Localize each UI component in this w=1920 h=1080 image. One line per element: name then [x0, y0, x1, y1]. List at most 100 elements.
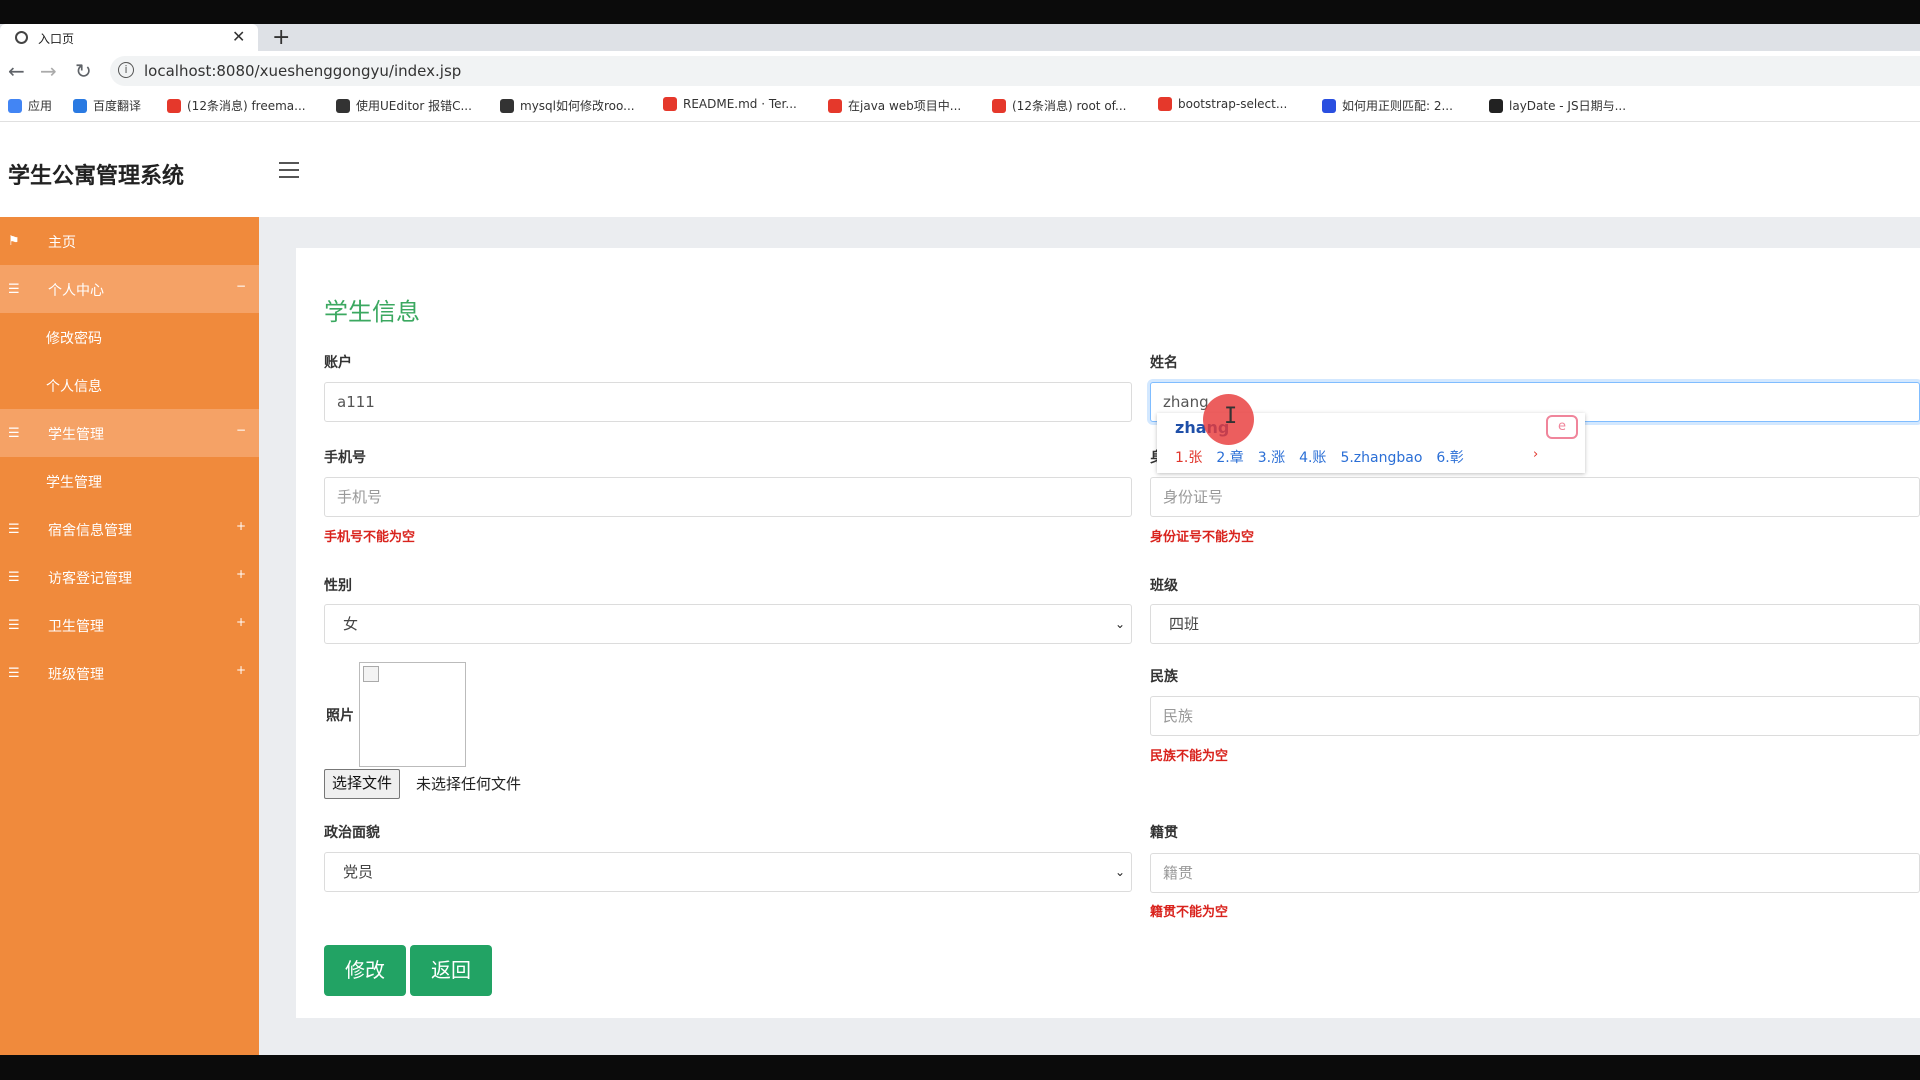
sidebar-item[interactable]: ☰ 个人中心 − [0, 265, 259, 313]
native-place-input[interactable] [1150, 853, 1920, 893]
sidebar-item-label: 个人信息 [46, 379, 102, 395]
screen: 入口页 ✕ + ← → ↻ i localhost:8080/xueshengg… [0, 0, 1920, 1080]
bookmark-label: mysql如何修改roo... [520, 99, 635, 113]
url-text: localhost:8080/xueshenggongyu/index.jsp [144, 62, 462, 80]
reload-icon[interactable]: ↻ [75, 59, 92, 83]
idcard-error: 身份证号不能为空 [1150, 530, 1255, 545]
broken-image-icon [363, 666, 379, 682]
ethnicity-error: 民族不能为空 [1150, 749, 1229, 764]
bookmark-label: 百度翻译 [93, 99, 142, 113]
phone-label: 手机号 [324, 450, 366, 466]
grid-icon: ☰ [8, 282, 20, 297]
sidebar-item-label: 主页 [48, 235, 76, 251]
sidebar-item[interactable]: ☰ 访客登记管理 + [0, 553, 259, 601]
bookmark-item[interactable]: 如何用正则匹配: 2... [1322, 97, 1453, 114]
bookmark-item[interactable]: (12条消息) freema... [167, 97, 306, 114]
sidebar-item[interactable]: ☰ 班级管理 + [0, 649, 259, 697]
top-black-bar [0, 0, 1920, 24]
app-brand: 学生公寓管理系统 [8, 164, 185, 189]
ime-candidate[interactable]: 4.账 [1299, 450, 1326, 466]
info-icon[interactable]: i [118, 62, 134, 78]
class-select[interactable]: 四班 [1150, 604, 1920, 644]
bookmarks-bar: 应用 百度翻译 (12条消息) freema... 使用UEditor 报错C... m… [0, 91, 1920, 122]
account-input[interactable] [324, 382, 1132, 422]
sidebar-item[interactable]: 个人信息 [0, 361, 259, 409]
bookmark-favicon-icon [663, 97, 677, 111]
photo-preview [359, 662, 466, 767]
sidebar-item-label: 学生管理 [48, 427, 104, 443]
bookmark-label: (12条消息) freema... [187, 99, 306, 113]
sidebar-item-label: 宿舍信息管理 [48, 523, 132, 539]
bookmark-item[interactable]: README.md · Ter... [663, 97, 797, 111]
bookmark-label: (12条消息) root of... [1012, 99, 1127, 113]
expand-icon: + [236, 615, 247, 629]
browser-tab[interactable]: 入口页 ✕ [0, 24, 258, 51]
sidebar-item[interactable]: ☰ 卫生管理 + [0, 601, 259, 649]
browser-toolbar: ← → ↻ i localhost:8080/xueshenggongyu/in… [0, 51, 1920, 91]
bookmark-item[interactable]: bootstrap-select... [1158, 97, 1287, 111]
grid-icon: ☰ [8, 666, 20, 681]
ime-candidate[interactable]: 6.彰 [1436, 450, 1463, 466]
sidebar-item[interactable]: 修改密码 [0, 313, 259, 361]
political-value: 党员 [343, 863, 374, 881]
bookmark-label: README.md · Ter... [683, 97, 797, 111]
choose-file-button[interactable]: 选择文件 [324, 769, 401, 799]
ethnicity-label: 民族 [1150, 669, 1178, 685]
bookmark-item[interactable]: 使用UEditor 报错C... [336, 97, 472, 114]
grid-icon: ☰ [8, 570, 20, 585]
sidebar-item-label: 修改密码 [46, 331, 102, 347]
new-tab-button[interactable]: + [272, 24, 290, 51]
ime-candidates[interactable]: 1.张 2.章 3.涨 4.账 5.zhangbao 6.彰 [1175, 447, 1478, 467]
chevron-down-icon: ⌄ [1114, 617, 1125, 631]
political-label: 政治面貌 [324, 825, 380, 841]
expand-icon: + [236, 663, 247, 677]
bookmark-label: 使用UEditor 报错C... [356, 99, 472, 113]
ime-next-page-icon[interactable]: › [1533, 447, 1538, 462]
sidebar-item-label: 班级管理 [48, 667, 104, 683]
ime-candidate[interactable]: 5.zhangbao [1340, 450, 1422, 466]
submit-button[interactable]: 修改 [324, 945, 406, 996]
bookmark-favicon-icon [1489, 98, 1503, 113]
political-select[interactable]: 党员 ⌄ [324, 852, 1132, 892]
address-bar[interactable]: i localhost:8080/xueshenggongyu/index.js… [110, 56, 1920, 86]
bookmark-item[interactable]: (12条消息) root of... [992, 97, 1126, 114]
app-header: 学生公寓管理系统 [0, 122, 1920, 217]
tab-close-icon[interactable]: ✕ [232, 27, 245, 46]
ime-candidate[interactable]: 3.涨 [1258, 450, 1285, 466]
sidebar-item-label: 学生管理 [46, 475, 102, 491]
ime-candidate[interactable]: 2.章 [1216, 450, 1243, 466]
bookmark-item[interactable]: 在java web项目中... [828, 97, 961, 114]
bookmark-favicon-icon [500, 98, 514, 113]
phone-input[interactable] [324, 477, 1132, 517]
expand-icon: + [236, 567, 247, 581]
sidebar-item[interactable]: 学生管理 [0, 457, 259, 505]
file-status-text: 未选择任何文件 [416, 775, 522, 793]
bookmark-item[interactable]: 应用 [8, 97, 52, 114]
ime-candidate[interactable]: 1.张 [1175, 450, 1202, 466]
globe-icon [15, 31, 28, 44]
forward-icon[interactable]: → [40, 59, 57, 83]
idcard-input[interactable] [1150, 477, 1920, 517]
bookmark-item[interactable]: layDate - JS日期与... [1489, 97, 1626, 114]
bookmark-item[interactable]: mysql如何修改roo... [500, 97, 635, 114]
ime-logo-icon: e [1546, 415, 1578, 439]
sidebar-item-label: 个人中心 [48, 283, 104, 299]
gender-select[interactable]: 女 ⌄ [324, 604, 1132, 644]
gender-label: 性别 [324, 578, 352, 594]
page-title: 学生信息 [324, 298, 420, 326]
sidebar-item[interactable]: ☰ 宿舍信息管理 + [0, 505, 259, 553]
expand-icon: − [236, 423, 247, 437]
sidebar-item-label: 卫生管理 [48, 619, 104, 635]
sidebar-item[interactable]: ☰ 学生管理 − [0, 409, 259, 457]
bookmark-label: 如何用正则匹配: 2... [1342, 99, 1453, 113]
bookmark-favicon-icon [167, 98, 181, 113]
expand-icon: − [236, 279, 247, 293]
browser-tabstrip: 入口页 ✕ + [0, 24, 1920, 51]
back-button[interactable]: 返回 [410, 945, 492, 996]
back-icon[interactable]: ← [8, 59, 25, 83]
sidebar-item[interactable]: ⚑ 主页 [0, 217, 259, 265]
bookmark-item[interactable]: 百度翻译 [73, 97, 141, 114]
ethnicity-input[interactable] [1150, 696, 1920, 736]
hamburger-menu-icon[interactable] [279, 162, 299, 178]
bookmark-favicon-icon [828, 98, 842, 113]
